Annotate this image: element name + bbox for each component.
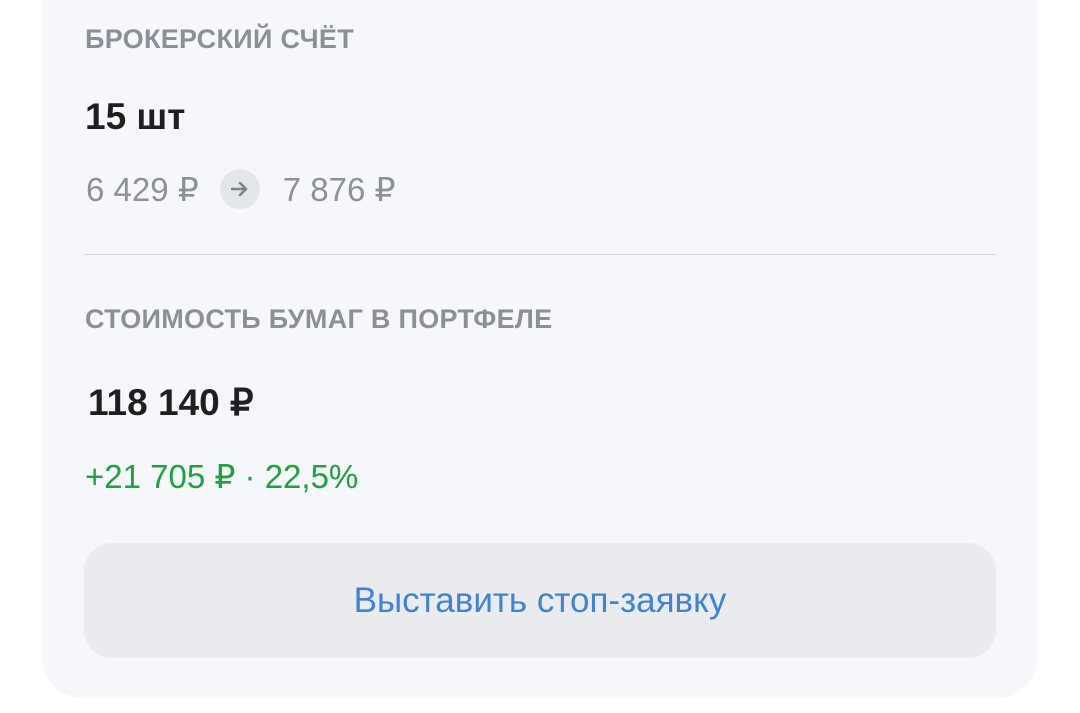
portfolio-value: 118 140 ₽ (88, 382, 254, 423)
brokerage-account-label: БРОКЕРСКИЙ СЧЁТ (85, 24, 355, 54)
portfolio-value-label: СТОИМОСТЬ БУМАГ В ПОРТФЕЛЕ (85, 304, 553, 334)
current-price: 7 876 ₽ (282, 170, 396, 208)
average-price: 6 429 ₽ (86, 170, 199, 208)
arrow-right-icon (219, 169, 260, 209)
quantity-value: 15 шт (85, 96, 186, 137)
section-divider (84, 254, 996, 255)
portfolio-gain: +21 705 ₽ · 22,5% (85, 458, 359, 495)
stop-order-button[interactable]: Выставить стоп-заявку (84, 543, 996, 658)
price-change-row: 6 429 ₽ 7 876 ₽ (86, 168, 396, 210)
stop-order-button-label: Выставить стоп-заявку (353, 580, 727, 620)
